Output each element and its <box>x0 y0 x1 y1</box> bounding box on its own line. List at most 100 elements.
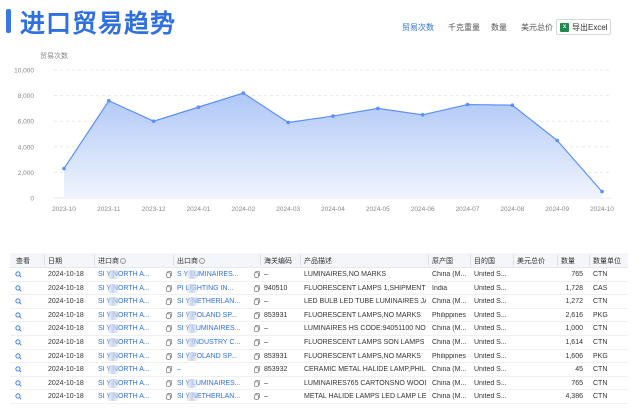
tab-trade-count[interactable]: 贸易次数 <box>402 22 434 33</box>
copy-icon[interactable] <box>166 284 172 292</box>
y-tick-label: 2,000 <box>18 170 35 177</box>
copy-icon[interactable] <box>254 352 260 360</box>
x-tick-label: 2024-03 <box>276 206 300 213</box>
search-icon[interactable] <box>15 312 22 319</box>
col-header-quantity: 数量 <box>561 258 575 265</box>
redaction-mask <box>185 283 199 293</box>
table-row[interactable]: 2024-10-18 SI Y NORTH A... S Y LUMINAIRES.… <box>10 268 628 282</box>
cell-origin-country: China (M... <box>432 271 467 278</box>
col-header-hs-code: 海关编码 <box>264 258 292 265</box>
cell-hs-code: – <box>264 325 268 333</box>
copy-icon[interactable] <box>166 339 172 346</box>
table-row[interactable]: 2024-10-18 SI Y NORTH A... SI Y POLAND SP.… <box>10 350 628 364</box>
copy-icon[interactable] <box>166 393 172 401</box>
col-separator <box>513 255 514 266</box>
table-row[interactable]: 2024-10-18 SI Y NORTH A... SI Y NETHERLAN.… <box>10 390 628 404</box>
cell-date: 2024-10-18 <box>48 352 84 360</box>
cell-destination-country: United S... <box>474 325 507 333</box>
tab-weight-kg[interactable]: 千克重量 <box>448 22 480 33</box>
search-icon[interactable] <box>15 339 22 346</box>
cell-destination-country: United S... <box>474 284 507 292</box>
search-icon[interactable] <box>15 325 22 332</box>
cell-hs-code: – <box>264 338 268 346</box>
search-icon[interactable] <box>15 298 22 305</box>
cell-product-description: FLUORESCENT LAMPS 1,SHIPMENT REF... <box>304 284 426 292</box>
data-point <box>420 113 425 117</box>
cell-product-description: FLUORESCENT LAMPS SON LAMPS UV ... <box>304 338 426 346</box>
copy-icon[interactable] <box>254 339 260 346</box>
cell-quantity-unit: CTN <box>593 379 608 387</box>
search-icon[interactable] <box>15 271 22 278</box>
trend-chart-svg: 0 2,000 4,000 6,000 8,000 10,000 2023-10 2023-1… <box>14 68 614 214</box>
cell-hs-code: 940510 <box>264 284 288 292</box>
cell-date: 2024-10-18 <box>48 379 84 387</box>
copy-icon[interactable] <box>166 298 172 305</box>
cell-quantity-unit: PKG <box>593 311 608 319</box>
copy-icon[interactable] <box>166 352 172 360</box>
trade-records-table: 查看 日期 进口商 i 出口商 i 海关编码 产品描述 原产国 目的国 美元总价 数量 数量单位 202… <box>10 253 628 404</box>
cell-destination-country: United S... <box>474 311 507 319</box>
table-row[interactable]: 2024-10-18 SI Y NORTH A... SI Y LUMINAIRES… <box>10 322 628 336</box>
data-point <box>331 114 335 118</box>
cell-origin-country: China (M... <box>432 393 467 401</box>
page-title: 进口贸易趋势 <box>20 9 177 38</box>
search-icon[interactable] <box>15 380 22 387</box>
cell-quantity-unit: CAS <box>593 284 608 292</box>
search-icon[interactable] <box>15 352 22 360</box>
copy-icon[interactable] <box>254 366 260 373</box>
info-icon[interactable]: i <box>199 258 205 264</box>
table-row[interactable]: 2024-10-18 SI Y NORTH A... PI LIGHTING IN.… <box>10 282 628 296</box>
search-icon[interactable] <box>15 366 22 373</box>
table-row[interactable]: 2024-10-18 SI Y NORTH A... SI Y INDUSTRY C… <box>10 336 628 350</box>
search-icon[interactable] <box>15 393 22 400</box>
data-point <box>555 138 559 143</box>
copy-icon[interactable] <box>166 366 172 373</box>
cell-date: 2024-10-18 <box>48 298 84 306</box>
tab-quantity[interactable]: 数量 <box>491 22 507 33</box>
copy-icon[interactable] <box>166 271 172 278</box>
cell-hs-code: – <box>264 298 268 306</box>
data-point <box>107 98 111 103</box>
copy-icon[interactable] <box>166 311 172 319</box>
x-tick-label: 2024-09 <box>545 206 569 213</box>
info-icon[interactable]: i <box>120 258 126 264</box>
cell-quantity: 4,386 <box>565 393 583 401</box>
cell-quantity-unit: CTN <box>593 325 608 333</box>
redaction-mask <box>106 337 120 347</box>
cell-quantity-unit: CTN <box>593 271 608 278</box>
cell-origin-country: China (M... <box>432 325 467 333</box>
tab-usd-total[interactable]: 美元总价 <box>521 22 553 33</box>
copy-icon[interactable] <box>166 325 172 333</box>
cell-hs-code: 853931 <box>264 352 288 360</box>
cell-origin-country: China (M... <box>432 366 467 374</box>
copy-icon[interactable] <box>254 379 260 387</box>
search-icon[interactable] <box>15 284 22 292</box>
cell-exporter[interactable]: – <box>177 366 251 373</box>
copy-icon[interactable] <box>254 393 260 401</box>
export-excel-button[interactable]: x 导出Excel <box>556 19 611 35</box>
table-row[interactable]: 2024-10-18 SI Y NORTH A... SI Y POLAND SP.… <box>10 309 628 323</box>
cell-product-description: FLUORESCENT LAMPS,NO MARKS <box>304 352 421 360</box>
copy-icon[interactable] <box>254 298 260 305</box>
x-tick-label: 2023-12 <box>142 206 166 213</box>
redaction-mask <box>106 297 120 307</box>
copy-icon[interactable] <box>254 325 260 333</box>
x-tick-label: 2024-01 <box>187 206 211 213</box>
redaction-mask <box>185 378 199 388</box>
copy-icon[interactable] <box>254 311 260 319</box>
cell-hs-code: – <box>264 393 268 401</box>
x-tick-label: 2024-02 <box>231 206 255 213</box>
redaction-mask <box>106 351 120 361</box>
cell-quantity: 1,606 <box>565 352 583 360</box>
cell-product-description: METAL HALIDE LAMPS LED LAMP LED ... <box>304 393 426 401</box>
table-row[interactable]: 2024-10-18 SI Y NORTH A... SI Y NETHERLAN.… <box>10 295 628 309</box>
copy-icon[interactable] <box>166 379 172 387</box>
copy-icon[interactable] <box>254 284 260 292</box>
col-header-quantity-unit: 数量单位 <box>593 258 621 265</box>
col-header-product-description: 产品描述 <box>304 258 332 265</box>
cell-quantity: 2,616 <box>565 311 583 319</box>
table-row[interactable]: 2024-10-18 SI Y NORTH A... –853932 CERAMIC … <box>10 363 628 377</box>
cell-date: 2024-10-18 <box>48 366 84 374</box>
copy-icon[interactable] <box>254 271 260 278</box>
table-row[interactable]: 2024-10-18 SI Y NORTH A... SI Y LUMINAIRES… <box>10 377 628 391</box>
